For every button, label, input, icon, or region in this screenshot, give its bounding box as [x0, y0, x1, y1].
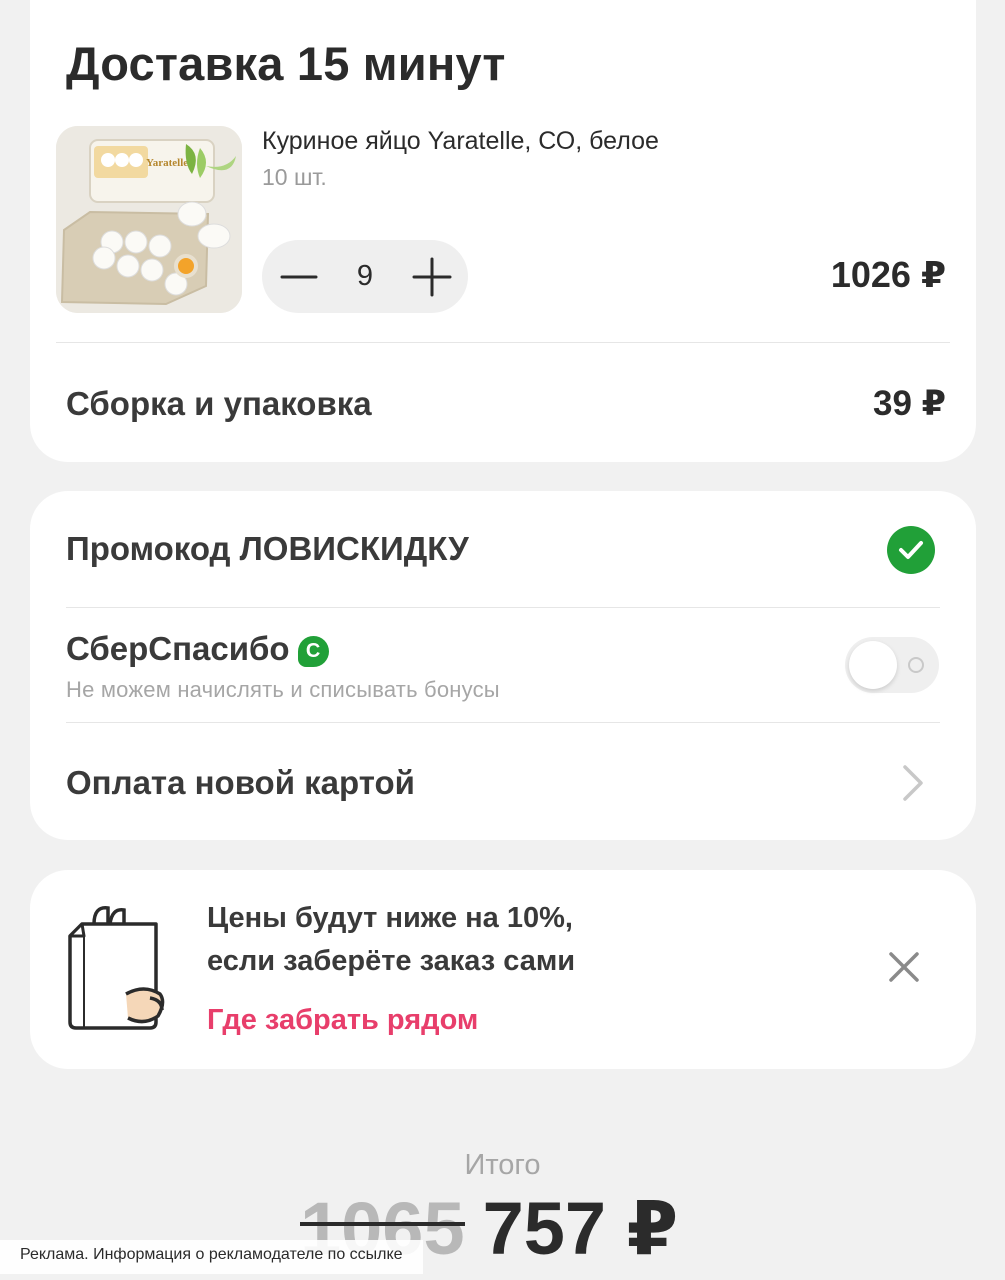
sber-label: СберСпасибо	[66, 630, 290, 667]
assembly-label: Сборка и упаковка	[66, 385, 372, 422]
divider	[66, 722, 940, 723]
ad-disclaimer[interactable]: Реклама. Информация о рекламодателе по с…	[0, 1240, 423, 1274]
product-image[interactable]: Yaratelle	[56, 126, 242, 313]
decrease-button[interactable]	[262, 240, 335, 313]
product-unit: 10 шт.	[262, 164, 327, 190]
total-label: Итого	[464, 1149, 541, 1181]
divider	[56, 342, 950, 343]
product-price: 1026 ₽	[830, 254, 946, 295]
pickup-line-1: Цены будут ниже на 10%,	[207, 902, 573, 934]
close-icon[interactable]	[887, 950, 921, 984]
check-icon	[887, 526, 935, 574]
increase-button[interactable]	[395, 240, 468, 313]
sber-icon: С	[297, 636, 329, 667]
sber-note: Не можем начислять и списывать бонусы	[66, 677, 500, 702]
pickup-nearby-link[interactable]: Где забрать рядом	[207, 1004, 478, 1037]
plus-icon	[412, 257, 451, 296]
pickup-promo-card: Цены будут ниже на 10%, если заберёте за…	[30, 870, 976, 1069]
carton-brand-text: Yaratelle	[146, 157, 188, 169]
chevron-right-icon[interactable]	[900, 763, 926, 803]
new-total: 757 ₽	[482, 1187, 679, 1270]
card-payment-label[interactable]: Оплата новой картой	[66, 764, 415, 802]
quantity-value: 9	[356, 260, 374, 292]
sber-toggle[interactable]	[845, 637, 939, 693]
payment-card: Промокод ЛОВИСКИДКУ СберСпасибо С Не може…	[30, 491, 976, 840]
divider	[66, 607, 940, 608]
minus-icon	[280, 275, 317, 278]
product-name[interactable]: Куриное яйцо Yaratelle, СО, белое	[262, 127, 659, 156]
pickup-line-2: если заберёте заказ сами	[207, 945, 576, 977]
delivery-card: Доставка 15 минут Yaratelle Куриное яйцо…	[30, 0, 976, 462]
toggle-off-icon	[908, 657, 924, 673]
delivery-title: Доставка 15 минут	[66, 37, 506, 90]
quantity-stepper[interactable]: 9	[262, 240, 468, 313]
egg-carton-image: Yaratelle	[56, 126, 242, 313]
promo-label[interactable]: Промокод ЛОВИСКИДКУ	[66, 530, 469, 568]
assembly-price: 39 ₽	[872, 384, 946, 423]
paper-bag-icon	[68, 906, 165, 1030]
sber-label-row: СберСпасибо С	[66, 630, 329, 668]
toggle-knob	[849, 641, 897, 689]
